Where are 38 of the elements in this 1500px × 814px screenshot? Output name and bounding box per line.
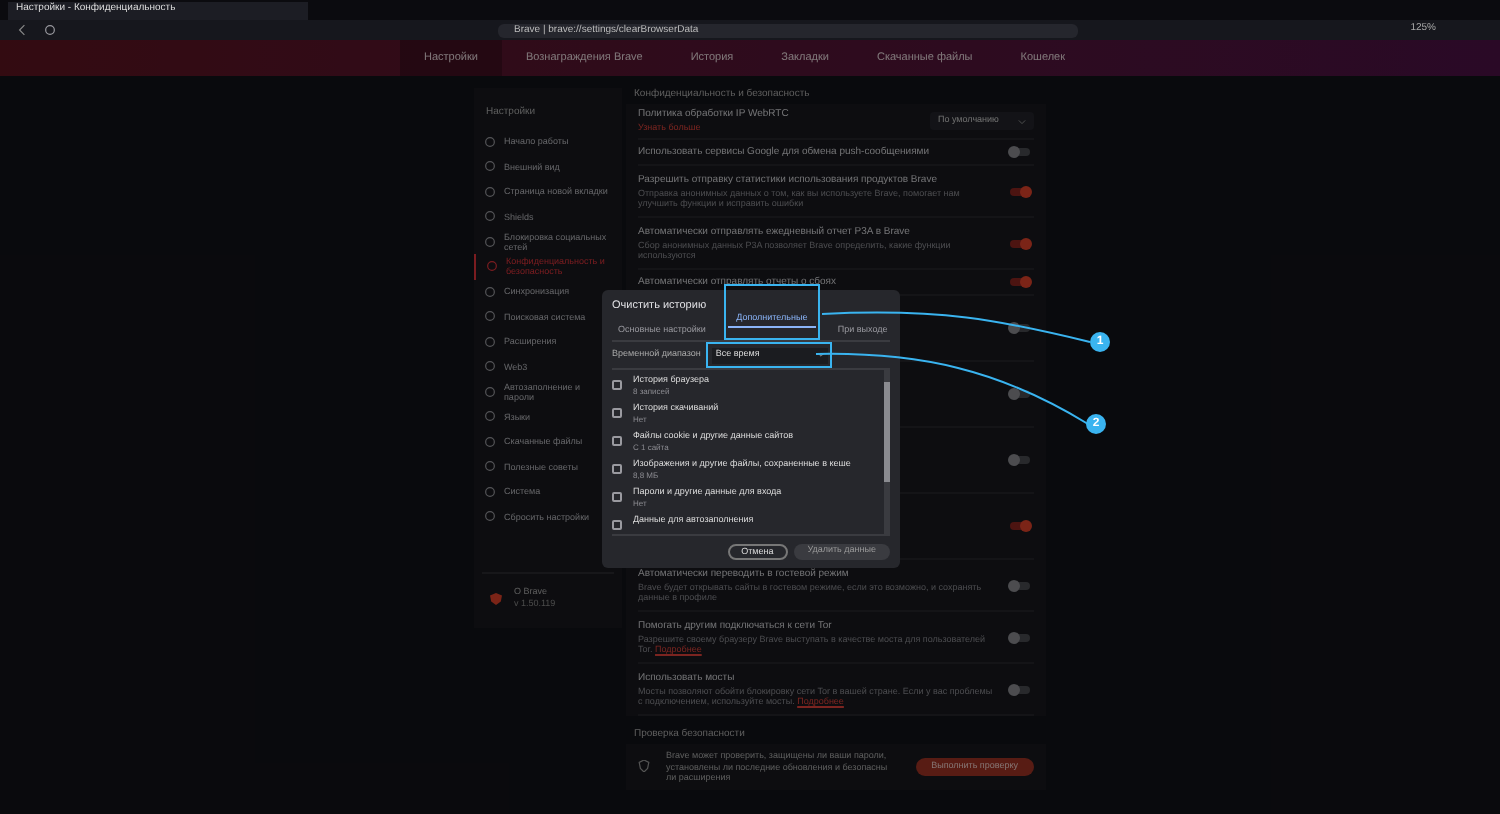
shield-check-icon xyxy=(638,760,650,773)
circle-icon xyxy=(484,160,496,173)
shield-icon xyxy=(490,591,502,606)
circle-icon xyxy=(484,185,496,198)
toggle-switch[interactable] xyxy=(1010,456,1030,464)
toggle-switch[interactable] xyxy=(1010,633,1030,641)
circle-icon xyxy=(486,260,498,273)
circle-icon xyxy=(484,435,496,448)
circle-icon xyxy=(484,485,496,498)
toggle-switch[interactable] xyxy=(1010,324,1030,332)
toggle-switch[interactable] xyxy=(1010,239,1030,247)
back-icon xyxy=(16,24,28,36)
circle-icon xyxy=(484,360,496,373)
circle-icon xyxy=(484,135,496,148)
scrollbar[interactable] xyxy=(884,370,890,534)
checkbox[interactable] xyxy=(612,408,621,417)
toggle-switch[interactable] xyxy=(1010,278,1030,286)
toggle-switch[interactable] xyxy=(1010,390,1030,398)
circle-icon xyxy=(484,410,496,423)
toggle-switch[interactable] xyxy=(1010,187,1030,195)
checkbox[interactable] xyxy=(612,520,621,529)
checkbox[interactable] xyxy=(612,436,621,445)
circle-icon xyxy=(484,335,496,348)
checkbox[interactable] xyxy=(612,492,621,501)
checkbox[interactable] xyxy=(612,380,621,389)
circle-icon xyxy=(484,235,496,248)
toggle-switch[interactable] xyxy=(1010,522,1030,530)
toggle-switch[interactable] xyxy=(1010,581,1030,589)
circle-icon xyxy=(484,510,496,523)
checkbox[interactable] xyxy=(612,464,621,473)
chevron-down-icon xyxy=(1018,117,1026,125)
circle-icon xyxy=(484,310,496,323)
circle-icon xyxy=(484,385,496,398)
circle-icon xyxy=(484,210,496,223)
circle-icon xyxy=(484,285,496,298)
toggle-switch[interactable] xyxy=(1010,148,1030,156)
toggle-switch[interactable] xyxy=(1010,685,1030,693)
circle-icon xyxy=(484,460,496,473)
